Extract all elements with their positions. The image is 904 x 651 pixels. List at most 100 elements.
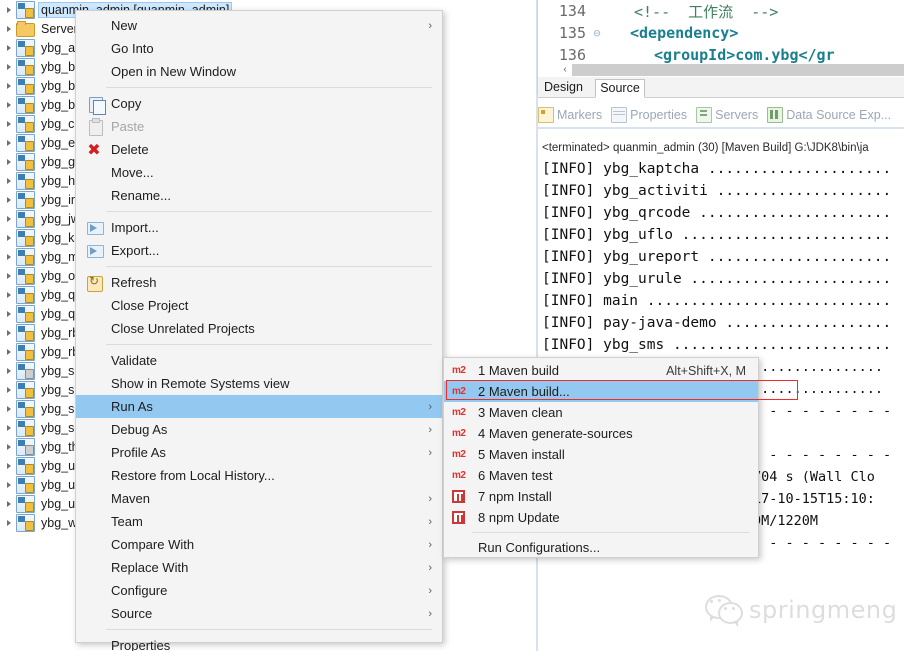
expand-arrow-icon[interactable] [4, 251, 15, 262]
expand-arrow-icon[interactable] [4, 80, 15, 91]
menu-item[interactable]: Export... [76, 239, 442, 262]
editor-tab-source[interactable]: Source [595, 79, 645, 98]
expand-arrow-icon[interactable] [4, 61, 15, 72]
expand-arrow-icon[interactable] [4, 365, 15, 376]
menu-item[interactable]: Team › [76, 510, 442, 533]
expand-arrow-icon[interactable] [4, 384, 15, 395]
menu-item[interactable]: Compare With › [76, 533, 442, 556]
expand-arrow-icon[interactable] [4, 156, 15, 167]
submenu-item[interactable]: 8 npm Update [444, 507, 758, 528]
view-tab-label: Markers [557, 108, 603, 122]
submenu-item[interactable]: m2 6 Maven test [444, 465, 758, 486]
menu-item[interactable]: Rename... [76, 184, 442, 207]
markers-icon [538, 107, 554, 123]
view-tab[interactable]: Markers [538, 107, 602, 123]
fold-toggle-icon[interactable]: ⊖ [590, 26, 604, 40]
views-tab-bar[interactable]: Markers Properties Servers Data Source Exp.… [538, 103, 904, 127]
expand-arrow-icon[interactable] [4, 99, 15, 110]
menu-item[interactable]: Close Project [76, 294, 442, 317]
menu-item[interactable]: Properties [76, 634, 442, 651]
menu-item[interactable]: Validate [76, 349, 442, 372]
menu-item[interactable]: Configure › [76, 579, 442, 602]
run-as-submenu[interactable]: m2 1 Maven build Alt+Shift+X, M m2 2 Maven b… [443, 357, 759, 558]
m2-icon-glyph: m2 [452, 427, 466, 439]
menu-item[interactable]: Go Into [76, 37, 442, 60]
menu-item[interactable]: Copy [76, 92, 442, 115]
project-icon [16, 513, 35, 532]
expand-arrow-icon[interactable] [4, 441, 15, 452]
expand-arrow-icon[interactable] [4, 4, 15, 15]
expand-arrow-icon[interactable] [4, 42, 15, 53]
expand-arrow-icon[interactable] [4, 23, 15, 34]
expand-arrow-icon[interactable] [4, 137, 15, 148]
menu-item[interactable]: Open in New Window [76, 60, 442, 83]
view-tab[interactable]: Data Source Exp... [767, 107, 891, 123]
submenu-item-label: 4 Maven generate-sources [478, 426, 633, 441]
menu-item[interactable]: ✖ Delete [76, 138, 442, 161]
menu-item-icon-slot [84, 606, 106, 622]
expand-arrow-icon[interactable] [4, 479, 15, 490]
expand-arrow-icon[interactable] [4, 346, 15, 357]
expand-arrow-icon[interactable] [4, 422, 15, 433]
menu-item-icon-slot [84, 399, 106, 415]
submenu-item-shortcut: Alt+Shift+X, M [666, 363, 746, 378]
expand-arrow-icon[interactable] [4, 308, 15, 319]
menu-item[interactable]: Show in Remote Systems view [76, 372, 442, 395]
menu-item-label: Restore from Local History... [111, 468, 275, 483]
expand-arrow-icon[interactable] [4, 194, 15, 205]
expand-arrow-icon[interactable] [4, 289, 15, 300]
menu-item[interactable]: Move... [76, 161, 442, 184]
menu-item[interactable]: Import... [76, 216, 442, 239]
menu-item[interactable]: Close Unrelated Projects [76, 317, 442, 340]
menu-item[interactable]: Source › [76, 602, 442, 625]
menu-item-label: Show in Remote Systems view [111, 376, 290, 391]
submenu-item[interactable]: m2 2 Maven build... [444, 381, 758, 402]
menu-item[interactable]: Maven › [76, 487, 442, 510]
editor-tab-design[interactable]: Design [540, 79, 587, 96]
paste-icon [84, 117, 106, 136]
menu-item-label: Properties [111, 638, 171, 651]
menu-item[interactable]: Run As › [76, 395, 442, 418]
expand-arrow-icon[interactable] [4, 517, 15, 528]
submenu-item[interactable]: 7 npm Install [444, 486, 758, 507]
project-context-menu[interactable]: New › Go Into Open in New Window Copy Paste ✖ D… [75, 10, 443, 651]
menu-item-label: Export... [111, 243, 160, 258]
expand-arrow-icon[interactable] [4, 498, 15, 509]
console-line: [INFO] ybg_kaptcha ..................... [542, 161, 892, 177]
scrollbar-thumb[interactable] [572, 64, 904, 76]
scroll-left-arrow-icon[interactable]: ‹ [558, 63, 572, 77]
submenu-item[interactable]: m2 3 Maven clean [444, 402, 758, 423]
menu-item[interactable]: Debug As › [76, 418, 442, 441]
expand-arrow-icon[interactable] [4, 403, 15, 414]
code-line: 134 <!-- 工作流 --> [538, 0, 904, 22]
submenu-item[interactable]: m2 4 Maven generate-sources [444, 423, 758, 444]
submenu-item-label: 5 Maven install [478, 447, 565, 462]
editor-horizontal-scrollbar[interactable]: ‹ [538, 63, 904, 77]
menu-item[interactable]: Refresh [76, 271, 442, 294]
project-icon-closed [16, 361, 35, 380]
expand-arrow-icon[interactable] [4, 270, 15, 281]
expand-arrow-icon[interactable] [4, 175, 15, 186]
project-icon [16, 418, 35, 437]
view-tab[interactable]: Servers [696, 107, 758, 123]
console-line: [INFO] ybg_ureport ..................... [542, 249, 892, 265]
menu-item[interactable]: Restore from Local History... [76, 464, 442, 487]
expand-arrow-icon[interactable] [4, 327, 15, 338]
menu-item-icon-slot [84, 188, 106, 204]
submenu-item[interactable]: m2 5 Maven install [444, 444, 758, 465]
menu-item[interactable]: New › [76, 14, 442, 37]
submenu-item[interactable]: m2 1 Maven build Alt+Shift+X, M [444, 360, 758, 381]
expand-arrow-icon[interactable] [4, 213, 15, 224]
menu-item-label: Source [111, 606, 153, 621]
view-tab[interactable]: Properties [611, 107, 687, 123]
menu-item[interactable]: Profile As › [76, 441, 442, 464]
expand-arrow-icon[interactable] [4, 460, 15, 471]
submenu-item[interactable]: Run Configurations... [444, 537, 758, 558]
project-icon [16, 209, 35, 228]
paste-icon-glyph [89, 117, 103, 136]
menu-item[interactable]: Replace With › [76, 556, 442, 579]
expand-arrow-icon[interactable] [4, 232, 15, 243]
expand-arrow-icon[interactable] [4, 118, 15, 129]
menu-item-icon-slot [84, 422, 106, 438]
editor-tab-bar[interactable]: Design Source [538, 77, 904, 98]
